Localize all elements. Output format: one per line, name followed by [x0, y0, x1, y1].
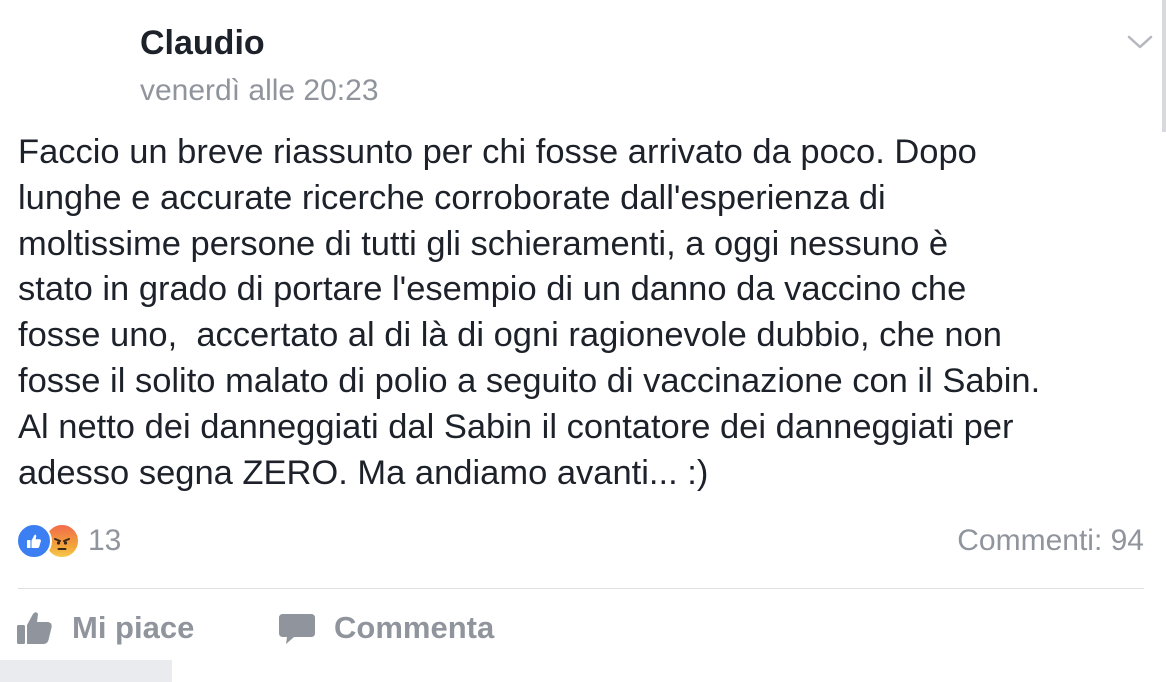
like-button-label: Mi piace: [72, 610, 195, 645]
post-text: Faccio un breve riassunto per chi fosse …: [18, 130, 1154, 496]
post-text-line: fosse il solito malato di polio a seguit…: [18, 361, 1041, 400]
chevron-down-icon[interactable]: [1124, 26, 1156, 58]
avatar[interactable]: [18, 26, 114, 122]
post-text-line: Faccio un breve riassunto per chi fosse …: [18, 133, 977, 171]
post-text-line: moltissime persone di tutti gli schieram…: [18, 224, 949, 263]
comment-button[interactable]: Commenta: [278, 604, 494, 652]
comment-button-label: Commenta: [334, 610, 495, 645]
post-text-line: stato in grado di portare l'esempio di u…: [18, 270, 967, 309]
thumbs-up-icon: [16, 609, 54, 647]
author-name[interactable]: Claudio: [140, 24, 265, 63]
reactions-summary[interactable]: 13: [16, 523, 121, 559]
post-text-line: Al netto dei danneggiati dal Sabin il co…: [18, 407, 1014, 446]
divider: [18, 588, 1144, 589]
post-timestamp[interactable]: venerdì alle 20:23: [140, 74, 379, 108]
like-button[interactable]: Mi piace: [16, 604, 194, 652]
reaction-count: 13: [88, 524, 122, 557]
comments-count-link[interactable]: Commenti: 94: [957, 524, 1144, 558]
like-reaction-icon: [16, 523, 52, 559]
speech-bubble-icon: [278, 609, 316, 647]
post-text-line: lunghe e accurate ricerche corroborate d…: [18, 178, 886, 217]
scrollbar[interactable]: [1162, 0, 1166, 132]
post-text-line: fosse uno, accertato al di là di ogni ra…: [18, 316, 1002, 355]
post-text-line: adesso segna ZERO. Ma andiamo avanti... …: [18, 453, 709, 492]
bottom-separator: [0, 660, 172, 682]
